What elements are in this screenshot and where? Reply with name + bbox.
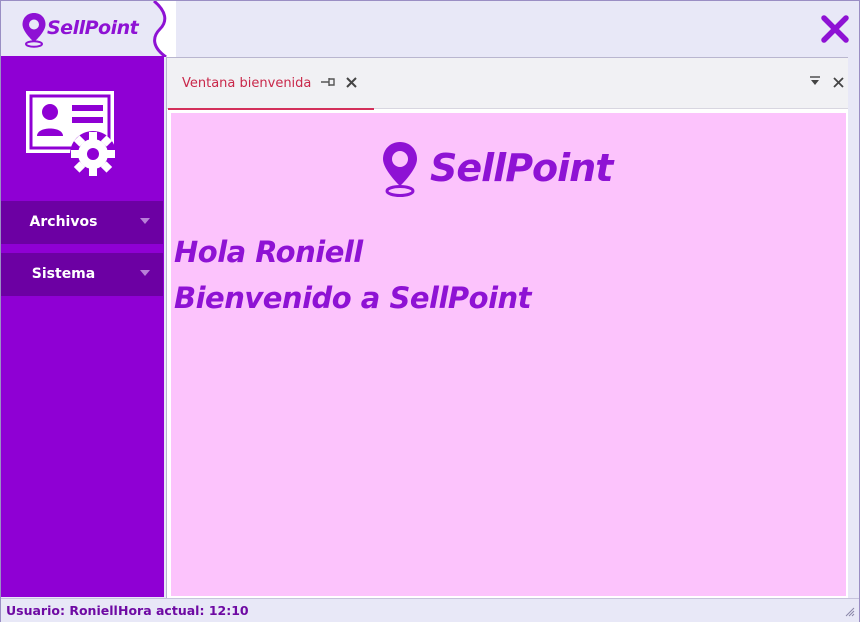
greeting-line-1: Hola Roniell xyxy=(174,235,363,269)
sidebar-item-label: Sistema xyxy=(31,266,96,282)
welcome-brand-name: SellPoint xyxy=(430,146,613,190)
user-settings-icon xyxy=(26,91,116,177)
dropdown-icon[interactable] xyxy=(810,76,820,86)
app-window: SellPoint Archivos Sistema Ventana bienv… xyxy=(0,0,860,622)
tab-ventana-bienvenida[interactable]: Ventana bienvenida xyxy=(168,58,374,110)
status-time-value: 12:10 xyxy=(208,603,249,618)
close-icon[interactable] xyxy=(346,77,357,88)
status-user-label: Usuario: xyxy=(6,603,65,618)
document-area: Ventana bienvenida SellPoint Hola Roniel… xyxy=(166,57,848,598)
title-bar: SellPoint xyxy=(1,1,859,57)
close-icon xyxy=(821,15,849,43)
logo-wave-decoration xyxy=(153,1,176,57)
welcome-panel: SellPoint Hola Roniell Bienvenido a Sell… xyxy=(171,113,846,596)
app-brand-name: SellPoint xyxy=(47,17,139,39)
greeting-line-2: Bienvenido a SellPoint xyxy=(174,281,532,315)
sidebar: Archivos Sistema xyxy=(1,56,164,597)
status-user-name: Roniell xyxy=(69,603,118,618)
sidebar-item-sistema[interactable]: Sistema xyxy=(1,253,163,296)
status-bar: Usuario: Roniell Hora actual: 12:10 xyxy=(1,598,859,622)
sidebar-item-label: Archivos xyxy=(29,214,98,230)
pin-icon[interactable] xyxy=(321,77,335,87)
status-time: Hora actual: 12:10 xyxy=(118,603,249,618)
location-pin-icon xyxy=(383,142,417,197)
status-time-label: Hora actual: xyxy=(118,603,205,618)
tab-strip: Ventana bienvenida xyxy=(167,58,848,110)
sidebar-item-archivos[interactable]: Archivos xyxy=(1,201,163,244)
chevron-down-icon xyxy=(140,218,150,224)
app-logo: SellPoint xyxy=(1,1,176,57)
close-app-button[interactable] xyxy=(819,13,851,45)
location-pin-icon xyxy=(22,13,46,48)
resize-grip-icon[interactable] xyxy=(845,607,855,617)
chevron-down-icon xyxy=(140,270,150,276)
status-user: Usuario: Roniell xyxy=(6,603,118,618)
close-icon[interactable] xyxy=(833,77,844,88)
tab-label: Ventana bienvenida xyxy=(182,76,312,91)
